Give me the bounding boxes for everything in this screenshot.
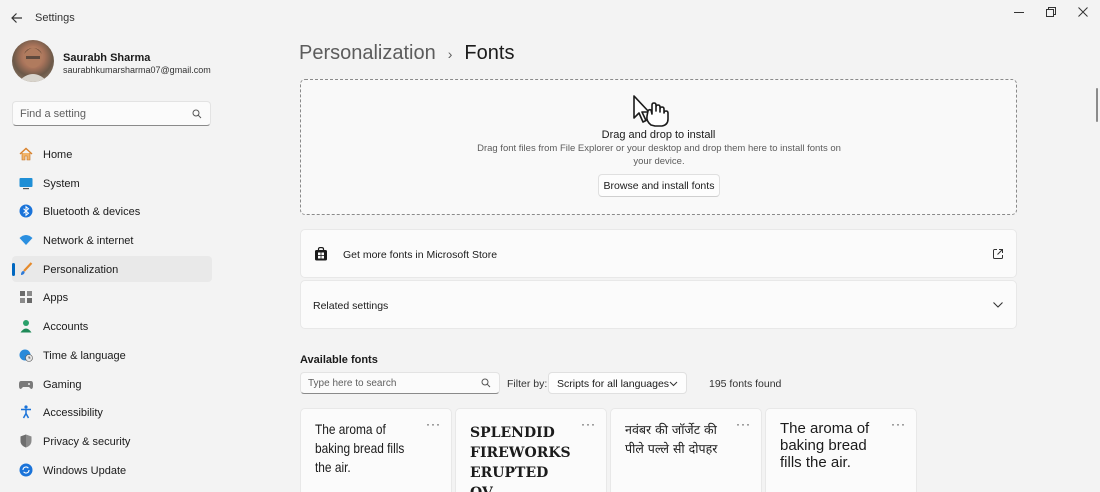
app-title: Settings [35, 12, 75, 24]
sidebar-item-label: Windows Update [43, 464, 127, 477]
sidebar-item-label: Network & internet [43, 235, 134, 248]
sidebar-item-label: Time & language [43, 349, 126, 362]
external-link-icon [993, 249, 1003, 259]
chevron-down-icon [669, 381, 678, 387]
more-options-button[interactable]: ··· [891, 417, 906, 431]
sidebar-item-privacy-security[interactable]: Privacy & security [12, 428, 212, 454]
sidebar-item-label: Apps [43, 292, 69, 305]
sidebar-item-label: Personalization [43, 263, 119, 276]
sidebar-item-system[interactable]: System [12, 170, 212, 196]
breadcrumb: Personalization › Fonts [299, 42, 514, 65]
font-card[interactable]: The aroma of baking bread fills the air.… [765, 408, 917, 492]
avatar-photo-icon [18, 46, 48, 82]
breadcrumb-parent[interactable]: Personalization [299, 42, 436, 65]
font-card[interactable]: SPLENDID FIREWORKS ERUPTED OV... ··· [455, 408, 607, 492]
sidebar-item-network[interactable]: Network & internet [12, 227, 212, 253]
font-sample-text: The aroma of baking bread fills the air. [315, 421, 405, 475]
close-icon [1078, 7, 1088, 17]
sidebar-item-label: System [43, 177, 80, 190]
user-profile[interactable]: Saurabh Sharma saurabhkumarsharma07@gmai… [12, 40, 212, 84]
sidebar-item-accessibility[interactable]: Accessibility [12, 399, 212, 425]
sidebar-item-label: Accounts [43, 321, 89, 334]
page-title: Fonts [464, 42, 515, 64]
filter-label: Filter by: [507, 378, 548, 390]
search-icon[interactable] [481, 378, 491, 388]
sidebar-item-accounts[interactable]: Accounts [12, 313, 212, 339]
related-settings-expander[interactable]: Related settings [300, 280, 1017, 329]
minimize-icon [1014, 12, 1024, 13]
sidebar-item-label: Home [43, 149, 73, 161]
minimize-button[interactable] [1003, 4, 1035, 20]
shield-icon [20, 434, 32, 448]
title-bar: Settings [0, 0, 1100, 34]
font-card[interactable]: नवंबर की जॉर्जेट की पीले पल्ले सी दोपहर … [610, 408, 762, 492]
globe-clock-icon [19, 349, 33, 362]
search-input[interactable] [13, 102, 183, 125]
maximize-button[interactable] [1035, 4, 1067, 20]
breadcrumb-separator: › [447, 45, 453, 62]
active-indicator [12, 262, 15, 276]
sidebar-item-bluetooth[interactable]: Bluetooth & devices [12, 198, 212, 224]
font-sample-text: SPLENDID FIREWORKS ERUPTED OV... [470, 425, 571, 492]
apps-icon [20, 291, 32, 304]
sidebar-nav: Home System Bluetooth & devices Network … [12, 141, 212, 485]
chevron-down-icon [993, 302, 1003, 308]
user-name: Saurabh Sharma [63, 52, 151, 64]
sidebar-item-gaming[interactable]: Gaming [12, 371, 212, 397]
restore-icon [1046, 7, 1056, 17]
sidebar-item-label: Bluetooth & devices [43, 206, 141, 219]
store-icon [315, 247, 327, 261]
person-icon [20, 320, 32, 333]
font-drop-zone[interactable]: Drag and drop to install Drag font files… [300, 79, 1017, 215]
back-arrow-icon[interactable] [9, 10, 25, 26]
browse-install-fonts-button[interactable]: Browse and install fonts [598, 174, 720, 197]
drop-zone-title: Drag and drop to install [601, 129, 716, 141]
close-button[interactable] [1067, 4, 1099, 20]
script-filter-dropdown[interactable]: Scripts for all languages [548, 372, 687, 394]
settings-search[interactable] [12, 101, 211, 126]
sidebar-item-home[interactable]: Home [12, 141, 212, 167]
sidebar-item-windows-update[interactable]: Windows Update [12, 457, 212, 483]
avatar[interactable] [12, 40, 54, 82]
filter-selected-value: Scripts for all languages [557, 378, 670, 390]
more-options-button[interactable]: ··· [736, 417, 751, 431]
font-sample-text: The aroma of baking bread fills the air. [780, 420, 870, 471]
update-icon [19, 463, 33, 477]
related-settings-label: Related settings [313, 300, 389, 312]
store-link-label: Get more fonts in Microsoft Store [343, 249, 498, 261]
sidebar-item-label: Privacy & security [43, 435, 131, 448]
sidebar-item-personalization[interactable]: Personalization [12, 255, 212, 282]
microsoft-store-fonts-link[interactable]: Get more fonts in Microsoft Store [300, 229, 1017, 278]
font-search[interactable] [300, 372, 500, 394]
font-search-input[interactable] [301, 373, 476, 394]
available-fonts-heading: Available fonts [300, 354, 378, 366]
wifi-icon [19, 235, 33, 246]
bluetooth-icon [19, 204, 33, 218]
sidebar-item-apps[interactable]: Apps [12, 284, 212, 310]
more-options-button[interactable]: ··· [426, 417, 441, 431]
more-options-button[interactable]: ··· [581, 417, 596, 431]
user-email: saurabhkumarsharma07@gmail.com [63, 65, 211, 75]
fonts-found-count: 195 fonts found [709, 378, 782, 390]
drag-hand-cursor-icon [633, 95, 669, 127]
scrollbar-thumb[interactable] [1096, 88, 1098, 122]
sidebar-item-label: Accessibility [43, 407, 103, 420]
font-card[interactable]: The aroma of baking bread fills the air.… [300, 408, 452, 492]
sidebar-item-time-language[interactable]: Time & language [12, 342, 212, 368]
font-sample-text: नवंबर की जॉर्जेट की पीले पल्ले सी दोपहर [625, 422, 718, 456]
monitor-icon [19, 177, 33, 189]
home-icon [19, 147, 33, 161]
gamepad-icon [19, 380, 33, 389]
accessibility-icon [21, 405, 31, 419]
search-icon[interactable] [192, 109, 202, 119]
brush-icon [21, 261, 33, 275]
sidebar-item-label: Gaming [43, 378, 82, 391]
drop-zone-description: Drag font files from File Explorer or yo… [477, 143, 841, 167]
